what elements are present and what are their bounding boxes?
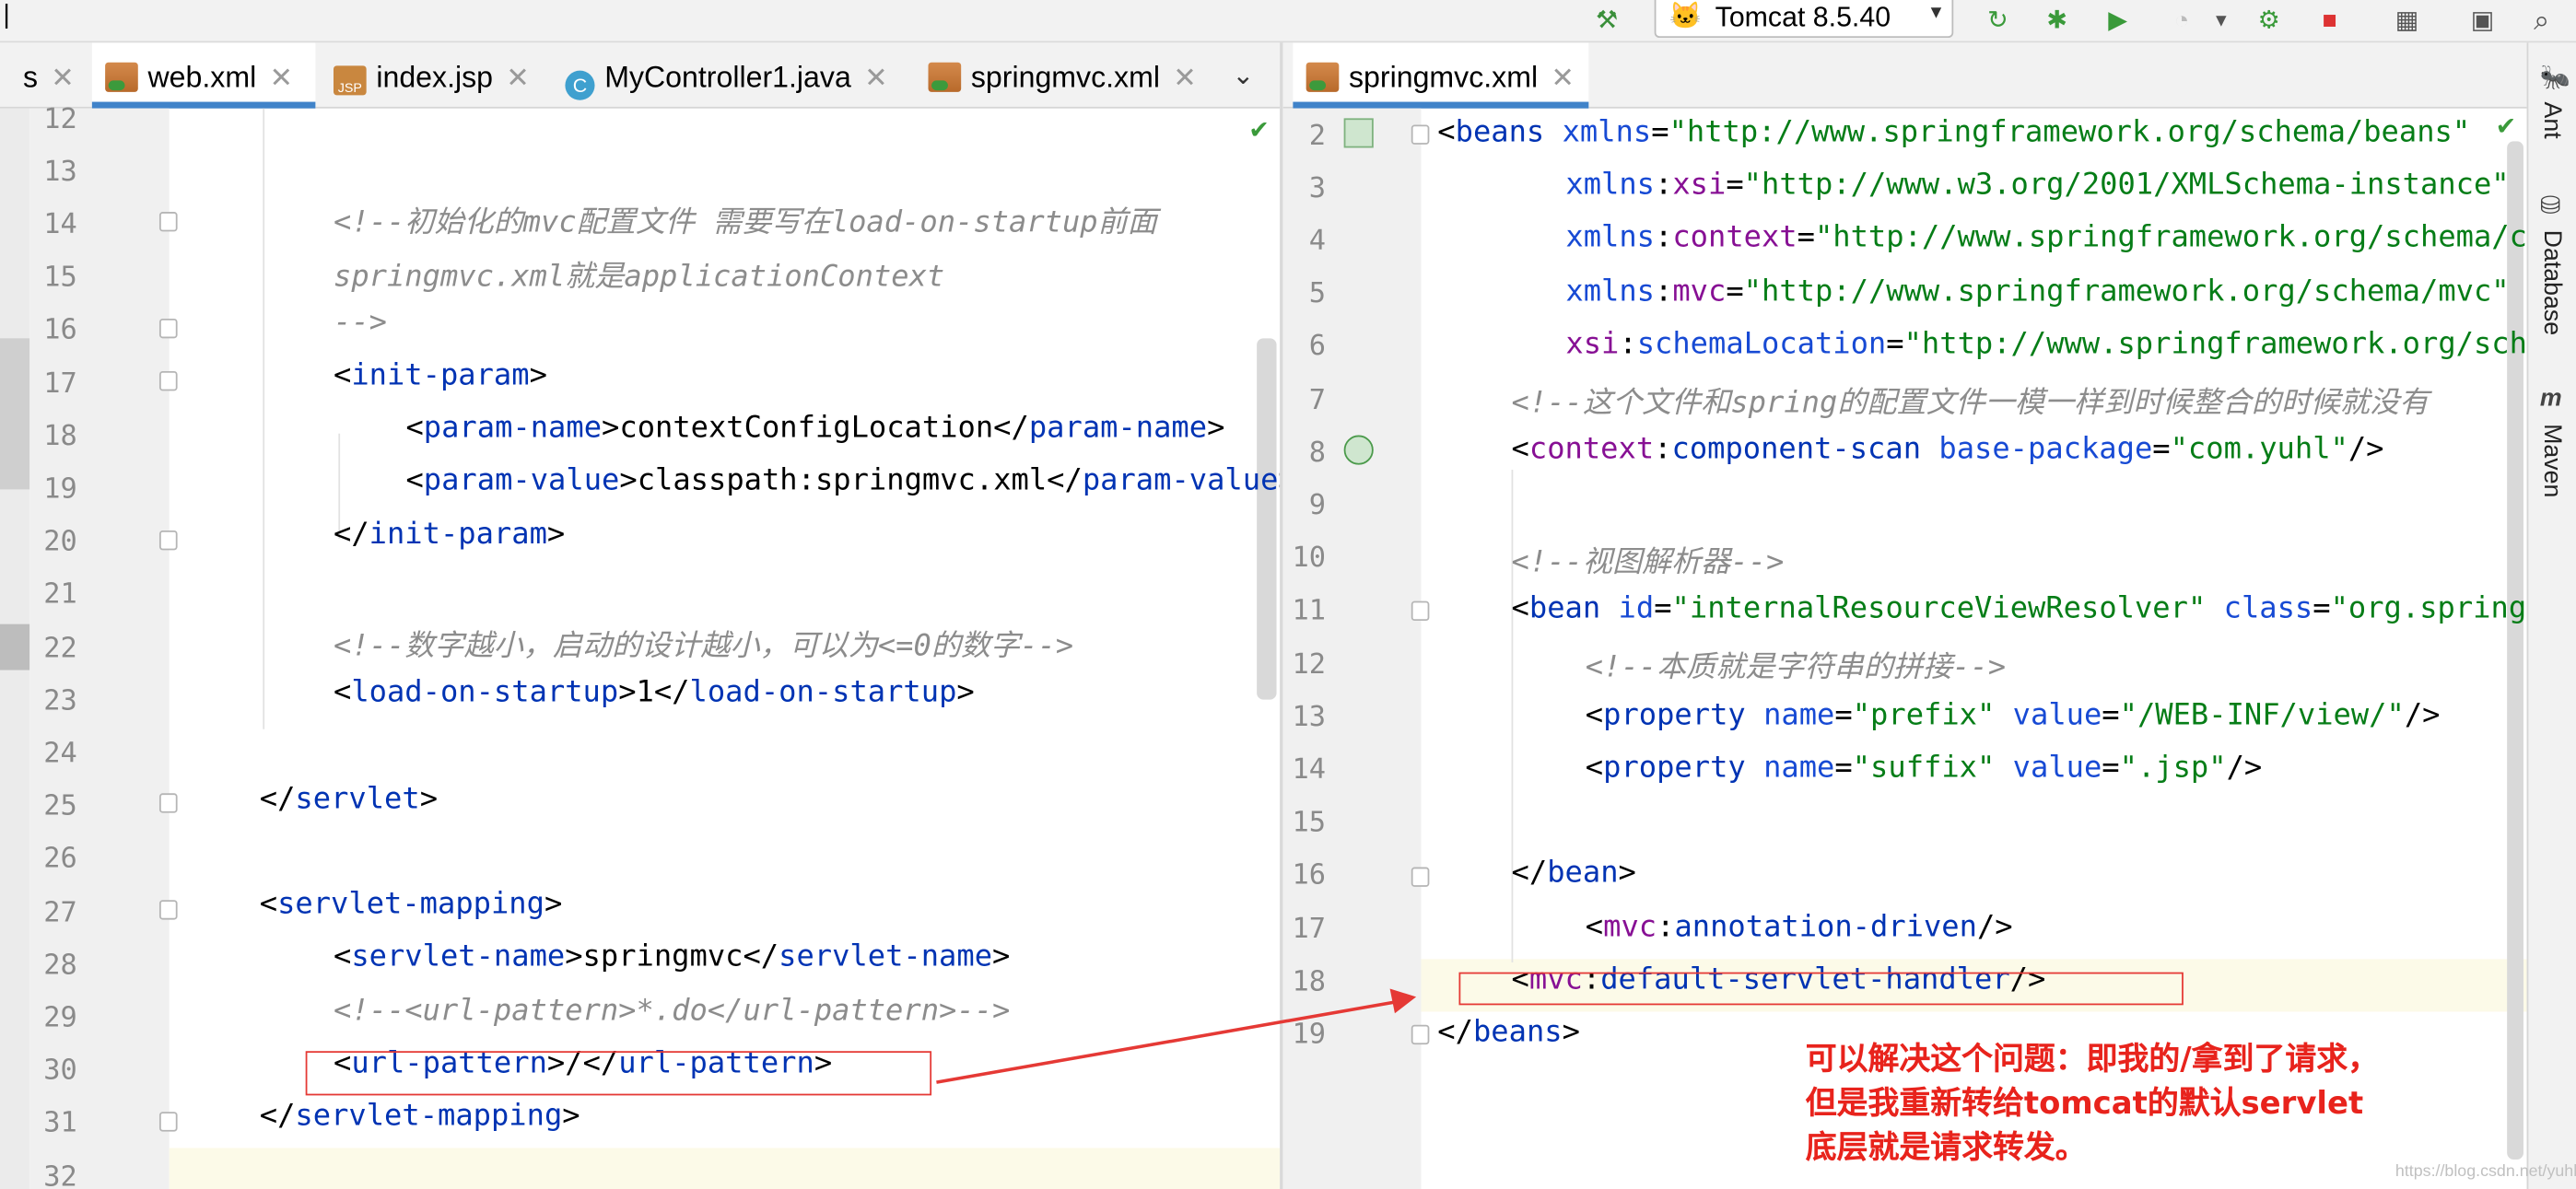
watermark: https://blog.csdn.net/yuhl xyxy=(2395,1162,2576,1182)
annotation-arrow xyxy=(936,988,1417,1084)
arrow-line xyxy=(936,999,1398,1084)
annotation-line: 但是我重新转给tomcat的默认servlet xyxy=(1805,1085,2364,1122)
arrow-head xyxy=(1389,988,1417,1014)
annotation-line: 可以解决这个问题：即我的/拿到了请求， xyxy=(1805,1041,2379,1078)
annotation-text: 可以解决这个问题：即我的/拿到了请求， 但是我重新转给tomcat的默认servl… xyxy=(1806,1038,2379,1171)
ide-window: | ⚒ 🐱 Tomcat 8.5.40 ▼ ↻ ✱ ▶ ◔ ▼ ⚙ ■ ▦ ▣ … xyxy=(0,0,2576,1189)
annotation-line: 底层就是请求转发。 xyxy=(1805,1129,2087,1167)
